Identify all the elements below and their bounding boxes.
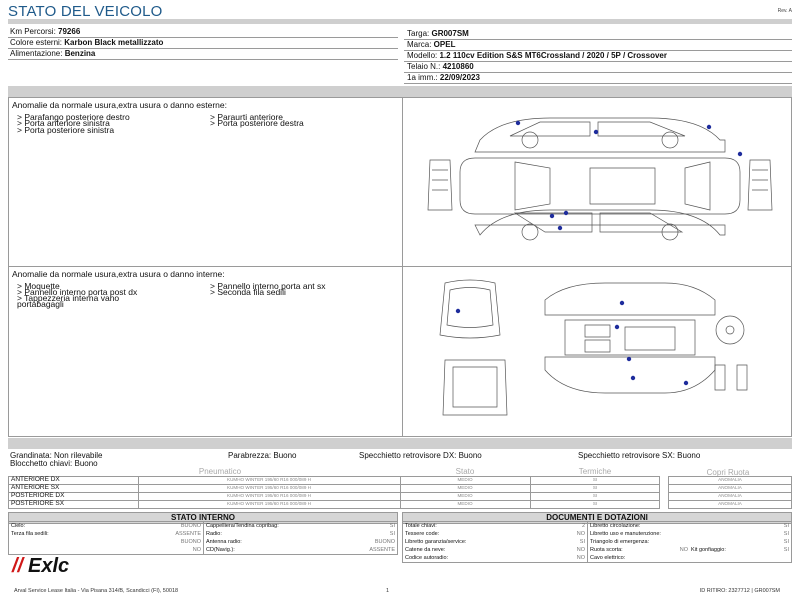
kv-row: Cavo elettrico: bbox=[590, 555, 626, 561]
section-bar bbox=[8, 86, 792, 97]
tyre-header: Pneumatico bbox=[198, 467, 242, 476]
revision-label: Rev. A bbox=[777, 8, 792, 14]
kv-row: Codice autoradio: NO bbox=[405, 555, 585, 561]
model-value: 1.2 110cv Edition S&S MT6Crossland / 202… bbox=[439, 51, 667, 60]
pickup-id: ID RITIRO: 2327712 | GR007SM bbox=[699, 588, 780, 594]
tyre-thermal: SI bbox=[592, 501, 598, 506]
logo-stripes-icon: // bbox=[12, 555, 24, 577]
state-header: Stato bbox=[455, 467, 475, 476]
brand-value: OPEL bbox=[433, 40, 456, 49]
wheel-cover: ANOMALIA bbox=[718, 493, 742, 498]
divider bbox=[203, 521, 204, 555]
tyre-thermal: SI bbox=[592, 477, 598, 482]
wheel-cover: ANOMALIA bbox=[718, 501, 742, 506]
tyre-position: POSTERIORE SX bbox=[11, 500, 65, 507]
registration-value: 22/09/2023 bbox=[439, 73, 480, 82]
section-bar bbox=[8, 438, 792, 449]
exterior-car-diagram bbox=[427, 117, 773, 241]
tyre-description: KUMHO WINTER 195/60 R16 000/089 H bbox=[227, 485, 311, 490]
divider bbox=[402, 97, 403, 437]
chassis-value: 4210860 bbox=[442, 62, 474, 71]
key-block-status: Blocchetto chiavi: Buono bbox=[10, 459, 98, 468]
logo-text: Exlc bbox=[28, 555, 70, 577]
divider bbox=[587, 521, 588, 563]
tyre-description: KUMHO WINTER 195/60 R16 000/089 H bbox=[227, 493, 311, 498]
tyre-state: MEDIO bbox=[457, 501, 473, 506]
company-logo: // Exlc bbox=[10, 553, 80, 577]
damage-item: > Seconda fila sedili bbox=[210, 287, 286, 297]
divider bbox=[8, 266, 792, 267]
damage-item: portabagagli bbox=[17, 299, 64, 309]
page-title: STATO DEL VEICOLO bbox=[8, 3, 163, 20]
mirror-right-status: Specchietto retrovisore DX: Buono bbox=[359, 451, 482, 460]
tyre-state: MEDIO bbox=[457, 477, 473, 482]
divider bbox=[8, 59, 398, 60]
plate-value: GR007SM bbox=[431, 29, 469, 38]
mirror-left-status: Specchietto retrovisore SX: Buono bbox=[578, 451, 701, 460]
therm-header: Termiche bbox=[578, 467, 612, 476]
page-number: 1 bbox=[386, 588, 390, 594]
damage-item: > Porta posteriore sinistra bbox=[17, 125, 115, 135]
wheel-cover: ANOMALIA bbox=[718, 477, 742, 482]
tyre-state: MEDIO bbox=[457, 485, 473, 490]
tyre-thermal: SI bbox=[592, 493, 598, 498]
tyre-position: ANTERIORE SX bbox=[11, 484, 60, 491]
km-value: 79266 bbox=[58, 27, 81, 36]
tyre-state: MEDIO bbox=[457, 493, 473, 498]
windshield-status: Parabrezza: Buono bbox=[228, 451, 297, 460]
kv-row: CD(Navig.): ASSENTE bbox=[206, 547, 395, 553]
color-value: Karbon Black metallizzato bbox=[64, 38, 164, 47]
tyre-description: KUMHO WINTER 195/60 R16 000/089 H bbox=[227, 501, 311, 506]
tyre-description: KUMHO WINTER 195/60 R16 000/089 H bbox=[227, 477, 311, 482]
external-damage-title: Anomalie da normale usura,extra usura o … bbox=[12, 100, 227, 110]
tyre-position: POSTERIORE DX bbox=[11, 492, 65, 499]
wheel-cover: ANOMALIA bbox=[718, 485, 742, 490]
tyre-position: ANTERIORE DX bbox=[11, 476, 60, 483]
interior-car-diagram bbox=[439, 279, 748, 416]
footer-address: Arval Service Lease Italia - Via Pisana … bbox=[14, 588, 179, 594]
divider bbox=[404, 83, 792, 84]
title-bar bbox=[8, 19, 792, 24]
tyre-thermal: SI bbox=[592, 485, 598, 490]
internal-damage-title: Anomalie da normale usura,extra usura o … bbox=[12, 269, 225, 279]
damage-item: > Porta posteriore destra bbox=[210, 118, 304, 128]
fuel-value: Benzina bbox=[64, 49, 96, 58]
